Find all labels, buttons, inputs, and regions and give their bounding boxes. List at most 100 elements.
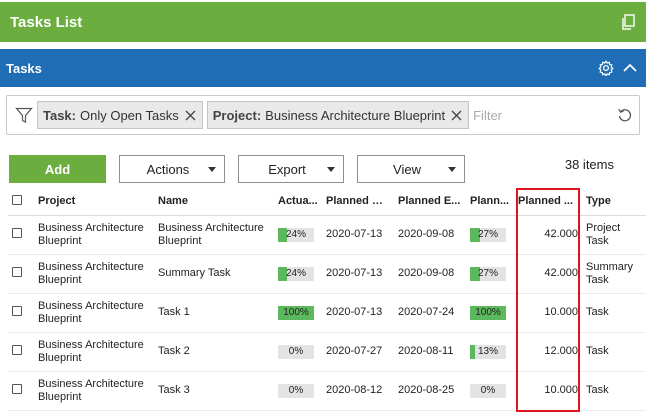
progress-label: 13%: [477, 345, 498, 357]
progress-label: 0%: [288, 384, 304, 396]
column-header-name[interactable]: Name: [154, 188, 274, 216]
row-checkbox[interactable]: [12, 266, 22, 277]
name-cell: Business Architecture Blueprint: [154, 215, 274, 255]
add-button[interactable]: Add: [9, 155, 106, 183]
actions-label: Actions: [146, 161, 190, 177]
chevron-up-icon[interactable]: [622, 60, 638, 76]
close-icon[interactable]: [451, 110, 462, 121]
progress-label: 0%: [288, 345, 304, 357]
filter-chip-task[interactable]: Task: Only Open Tasks: [37, 101, 203, 129]
progress-bar: 27%: [470, 227, 506, 242]
planned-end-cell: 2020-09-08: [394, 254, 466, 294]
column-header-planned-progress[interactable]: Plann...: [466, 188, 514, 216]
name-cell: Task 1: [154, 293, 274, 333]
row-checkbox[interactable]: [12, 305, 22, 316]
planned-work-cell: 10.000: [514, 371, 582, 411]
row-checkbox[interactable]: [12, 344, 22, 355]
planned-end-cell: 2020-09-08: [394, 215, 466, 255]
gear-icon[interactable]: [598, 60, 614, 76]
reset-icon[interactable]: [617, 107, 633, 123]
planned-end-cell: 2020-07-24: [394, 293, 466, 333]
planned-work-cell: 12.000: [514, 332, 582, 372]
caret-down-icon: [327, 166, 335, 172]
planned-progress-cell: 27%: [466, 215, 514, 255]
name-cell: Task 3: [154, 371, 274, 411]
type-cell: Task: [582, 371, 646, 411]
table-row[interactable]: Business Architecture Blueprint Business …: [8, 215, 646, 255]
row-select-cell[interactable]: [8, 332, 34, 372]
panel-header: Tasks: [0, 49, 646, 87]
table-row[interactable]: Business Architecture Blueprint Task 1 100…: [8, 293, 646, 333]
actual-progress-cell: 0%: [274, 371, 322, 411]
planned-start-cell: 2020-07-13: [322, 293, 394, 333]
row-select-cell[interactable]: [8, 254, 34, 294]
planned-progress-cell: 27%: [466, 254, 514, 294]
progress-bar: 24%: [278, 266, 314, 281]
filter-icon[interactable]: [15, 106, 33, 124]
planned-work-cell: 42.000: [514, 215, 582, 255]
select-all-cell[interactable]: [8, 188, 34, 216]
column-header-planned-work[interactable]: Planned ...: [514, 188, 582, 216]
row-checkbox[interactable]: [12, 383, 22, 394]
export-label: Export: [268, 161, 306, 177]
actions-dropdown[interactable]: Actions: [119, 155, 225, 183]
project-cell: Business Architecture Blueprint: [34, 215, 154, 255]
progress-label: 24%: [285, 228, 306, 240]
progress-label: 27%: [477, 267, 498, 279]
progress-bar: 0%: [470, 383, 506, 398]
filter-bar: Task: Only Open Tasks Project: Business …: [6, 95, 640, 135]
progress-bar: 100%: [470, 305, 506, 320]
progress-bar: 13%: [470, 344, 506, 359]
actual-progress-cell: 24%: [274, 215, 322, 255]
name-cell: Summary Task: [154, 254, 274, 294]
type-cell: Task: [582, 293, 646, 333]
type-cell: Task: [582, 332, 646, 372]
name-cell: Task 2: [154, 332, 274, 372]
table-row[interactable]: Business Architecture Blueprint Summary T…: [8, 254, 646, 294]
column-header-planned-end[interactable]: Planned E...: [394, 188, 466, 216]
project-cell: Business Architecture Blueprint: [34, 254, 154, 294]
column-header-planned-start[interactable]: Planned St...: [322, 188, 394, 216]
column-header-project[interactable]: Project: [34, 188, 154, 216]
progress-bar: 27%: [470, 266, 506, 281]
close-icon[interactable]: [185, 110, 196, 121]
planned-start-cell: 2020-07-13: [322, 254, 394, 294]
progress-label: 27%: [477, 228, 498, 240]
caret-down-icon: [208, 166, 216, 172]
table-row[interactable]: Business Architecture Blueprint Task 2 0% 2…: [8, 332, 646, 372]
row-checkbox[interactable]: [12, 227, 22, 238]
view-label: View: [393, 161, 421, 177]
filter-chip-project[interactable]: Project: Business Architecture Blueprint: [206, 101, 470, 129]
filter-chip-value: Only Open Tasks: [80, 107, 179, 123]
planned-start-cell: 2020-07-27: [322, 332, 394, 372]
filter-chip-key: Project:: [212, 107, 262, 123]
progress-bar: 0%: [278, 344, 314, 359]
view-dropdown[interactable]: View: [357, 155, 465, 183]
caret-down-icon: [448, 166, 456, 172]
progress-bar: 0%: [278, 383, 314, 398]
row-select-cell[interactable]: [8, 215, 34, 255]
column-header-actual-progress[interactable]: Actua...: [274, 188, 322, 216]
progress-label: 100%: [475, 306, 501, 318]
row-select-cell[interactable]: [8, 293, 34, 333]
planned-start-cell: 2020-08-12: [322, 371, 394, 411]
panel-title: Tasks: [6, 60, 42, 76]
popout-icon[interactable]: [620, 14, 636, 30]
export-dropdown[interactable]: Export: [238, 155, 344, 183]
planned-progress-cell: 13%: [466, 332, 514, 372]
actual-progress-cell: 0%: [274, 332, 322, 372]
project-cell: Business Architecture Blueprint: [34, 332, 154, 372]
planned-work-cell: 10.000: [514, 293, 582, 333]
type-cell: Project Task: [582, 215, 646, 255]
planned-end-cell: 2020-08-11: [394, 332, 466, 372]
project-cell: Business Architecture Blueprint: [34, 293, 154, 333]
select-all-checkbox[interactable]: [12, 194, 22, 205]
progress-bar: 24%: [278, 227, 314, 242]
row-select-cell[interactable]: [8, 371, 34, 411]
table-row[interactable]: Business Architecture Blueprint Task 3 0% 2…: [8, 371, 646, 411]
filter-input[interactable]: [473, 103, 604, 127]
planned-start-cell: 2020-07-13: [322, 215, 394, 255]
column-header-type[interactable]: Type: [582, 188, 646, 216]
progress-label: 24%: [285, 267, 306, 279]
planned-progress-cell: 0%: [466, 371, 514, 411]
